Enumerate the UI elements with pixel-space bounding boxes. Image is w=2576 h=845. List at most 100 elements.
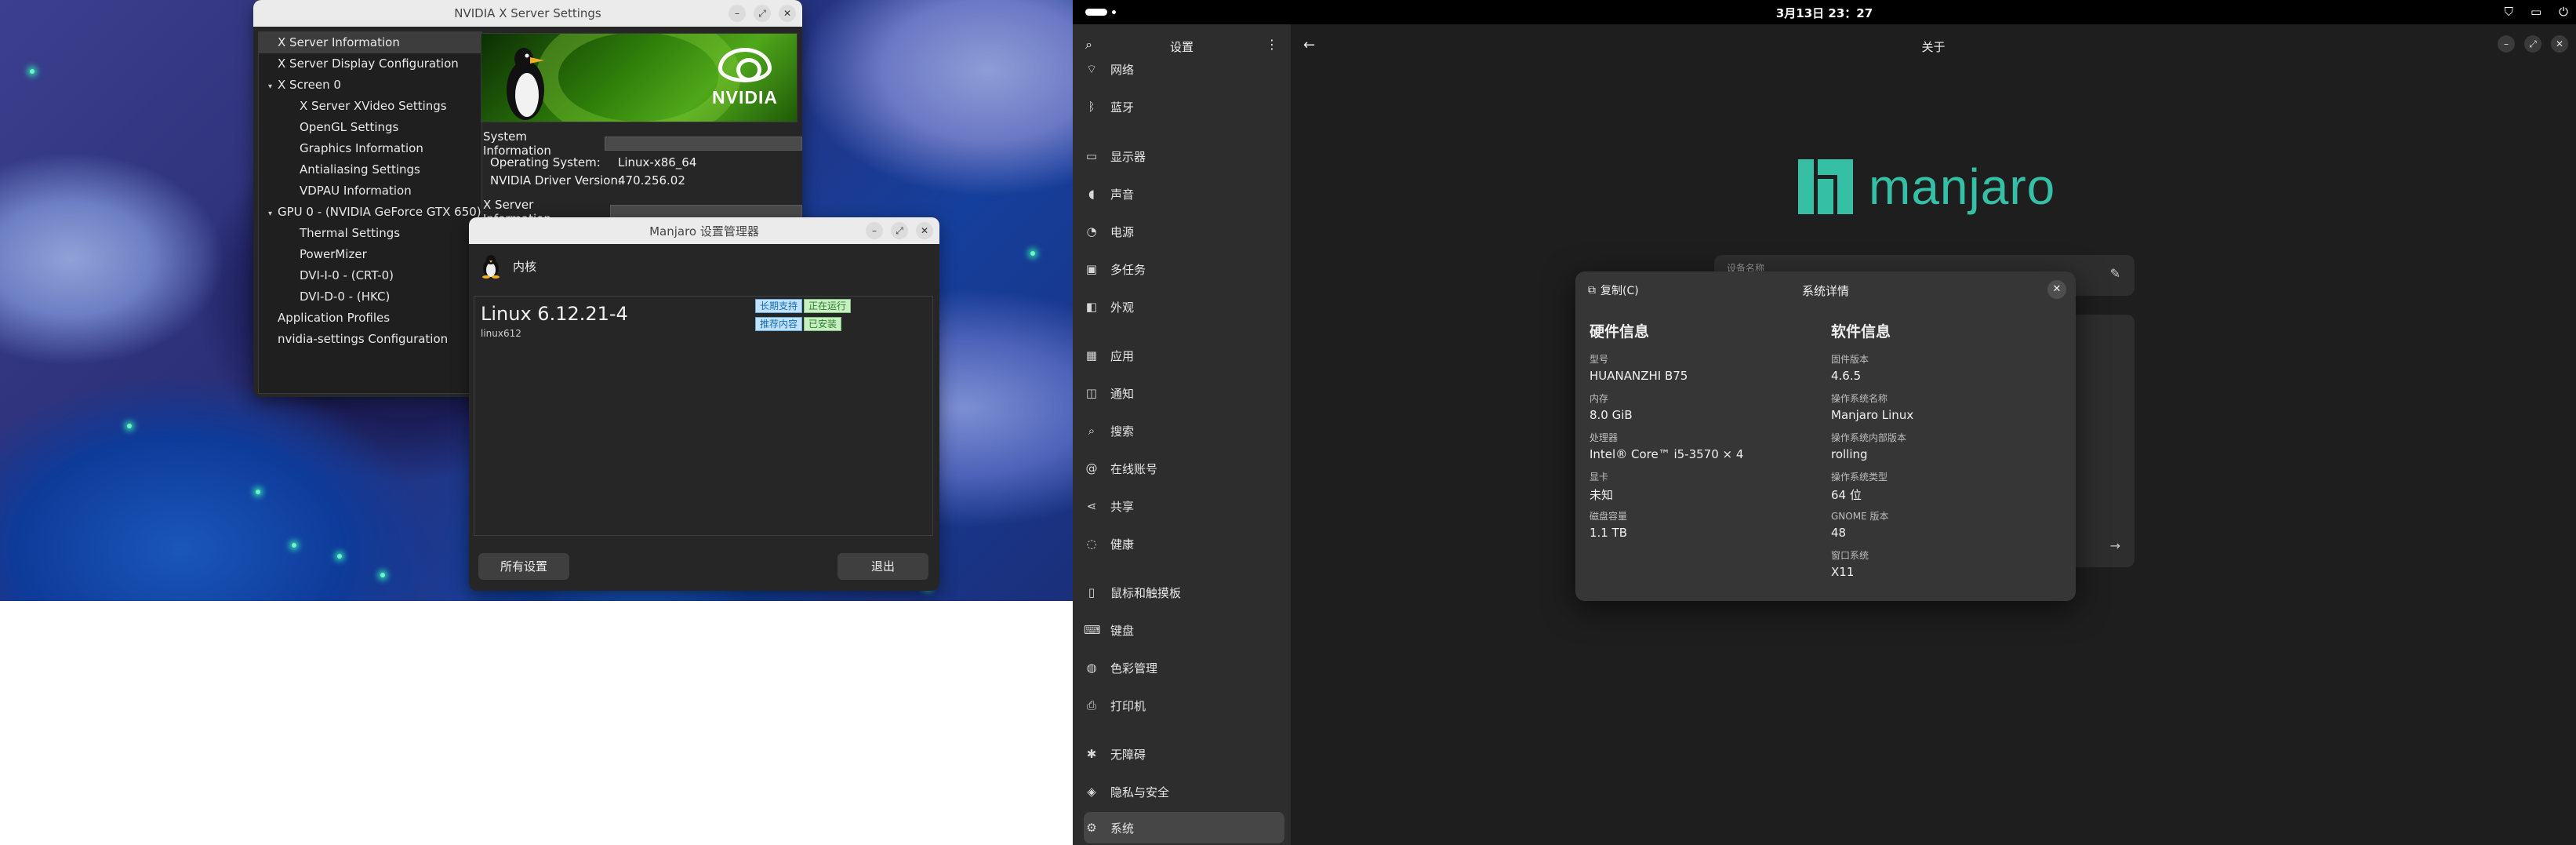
- nvidia-titlebar[interactable]: NVIDIA X Server Settings – ⤢ ✕: [253, 0, 802, 27]
- sidebar-item[interactable]: ⋖ 共享: [1084, 490, 1284, 522]
- nav-tree-item[interactable]: DVI-D-0 - (HKC): [259, 286, 481, 308]
- sidebar-item[interactable]: ▦ 应用: [1084, 340, 1284, 371]
- nav-tree-item[interactable]: Antialiasing Settings: [259, 159, 481, 180]
- wellbeing-icon: ◌: [1086, 537, 1097, 551]
- clock[interactable]: 3月13日 23：27: [1073, 5, 2576, 21]
- detail-row: 固件版本 4.6.5: [1831, 352, 2058, 392]
- sidebar-item[interactable]: ▣ 多任务: [1084, 253, 1284, 285]
- display-icon[interactable]: ▭: [2531, 5, 2541, 19]
- desktop-wallpaper: NVIDIA X Server Settings – ⤢ ✕ X Server …: [0, 0, 1073, 601]
- nav-tree-label: X Server XVideo Settings: [300, 99, 447, 113]
- nav-tree-item[interactable]: VDPAU Information: [259, 180, 481, 202]
- hardware-column: 硬件信息 型号 HUANANZHI B75 内存 8.0 GiB 处理器 Intel® C…: [1590, 320, 1817, 548]
- apps-icon: ▦: [1085, 348, 1098, 362]
- nav-tree-item[interactable]: ▾ X Screen 0: [259, 75, 481, 96]
- nav-tree-item[interactable]: OpenGL Settings: [259, 117, 481, 138]
- privacy-icon: ◈: [1087, 785, 1096, 799]
- nav-tree-item[interactable]: Thermal Settings: [259, 223, 481, 244]
- nav-tree-item[interactable]: ▾ GPU 0 - (NVIDIA GeForce GTX 650): [259, 202, 481, 223]
- maximize-button[interactable]: ⤢: [2524, 35, 2541, 53]
- system-details-dialog: ⧉ 复制(C) 系统详情 ✕ 硬件信息 型号 HUANANZHI B75 内存 8.0…: [1575, 271, 2076, 601]
- nav-tree-item[interactable]: Graphics Information: [259, 138, 481, 159]
- sidebar-item[interactable]: ◔ 电源: [1084, 216, 1284, 247]
- menu-icon[interactable]: ⋮: [1266, 37, 1278, 52]
- sidebar-item[interactable]: ⌔ 网络: [1084, 53, 1284, 85]
- sidebar-item[interactable]: ▯ 鼠标和触摸板: [1084, 577, 1284, 608]
- sidebar-item-label: 隐私与安全: [1110, 785, 1170, 799]
- nav-tree-item[interactable]: X Server Information: [259, 32, 481, 53]
- minimize-button[interactable]: –: [728, 5, 746, 22]
- notifications-icon: ◫: [1085, 386, 1098, 400]
- sidebar-item[interactable]: ◈ 隐私与安全: [1084, 776, 1284, 807]
- detail-row: 操作系统内部版本 rolling: [1831, 431, 2058, 470]
- sidebar-item[interactable]: ⚙ 系统: [1084, 812, 1284, 843]
- forward-arrow-icon[interactable]: →: [2110, 538, 2120, 553]
- power-menu-icon[interactable]: ⏻: [2559, 5, 2568, 19]
- detail-key: 处理器: [1590, 432, 1619, 443]
- nav-tree-item[interactable]: PowerMizer: [259, 244, 481, 265]
- color-icon: ◍: [1086, 661, 1097, 675]
- software-heading: 软件信息: [1831, 323, 1891, 341]
- close-button[interactable]: ✕: [2047, 280, 2066, 299]
- manjaro-wordmark: manjaro: [1869, 158, 2056, 215]
- appearance-icon: ◧: [1085, 300, 1098, 314]
- sidebar-item[interactable]: ◫ 通知: [1084, 377, 1284, 409]
- detail-value: rolling: [1831, 447, 1868, 461]
- accessibility-icon: ✱: [1086, 747, 1097, 761]
- nav-tree-item[interactable]: DVI-I-0 - (CRT-0): [259, 265, 481, 286]
- detail-value: Intel® Core™ i5-3570 × 4: [1590, 447, 1744, 461]
- nav-tree-item[interactable]: nvidia-settings Configuration: [259, 329, 481, 350]
- sidebar-item[interactable]: ✱ 无障碍: [1084, 738, 1284, 770]
- sidebar-item[interactable]: ⌕ 搜索: [1084, 415, 1284, 446]
- lts-badge: 长期支持: [755, 299, 803, 313]
- quit-button[interactable]: 退出: [837, 553, 928, 580]
- nav-tree-item[interactable]: X Server XVideo Settings: [259, 96, 481, 117]
- detail-value: 64 位: [1831, 488, 1862, 502]
- sidebar-item[interactable]: @ 在线账号: [1084, 453, 1284, 484]
- nav-tree-label: nvidia-settings Configuration: [278, 332, 449, 346]
- wallpaper-light: [30, 69, 35, 74]
- detail-row: 窗口系统 X11: [1831, 548, 2058, 588]
- tux-penguin-icon: [507, 48, 544, 120]
- nvidia-nav-tree: X Server Information X Server Display Con…: [258, 31, 482, 394]
- close-button[interactable]: ✕: [2551, 35, 2568, 53]
- minimize-button[interactable]: –: [2498, 35, 2515, 53]
- detail-row: 操作系统类型 64 位: [1831, 470, 2058, 509]
- expand-arrow-icon[interactable]: ▾: [268, 203, 278, 224]
- window-title: NVIDIA X Server Settings: [454, 6, 601, 20]
- minimize-button[interactable]: –: [866, 222, 883, 239]
- wallpaper-light: [127, 424, 132, 428]
- kernel-row[interactable]: Linux 6.12.21-4 linux612: [481, 303, 628, 339]
- all-settings-button[interactable]: 所有设置: [478, 553, 569, 580]
- sidebar-item[interactable]: ᛒ 蓝牙: [1084, 91, 1284, 122]
- close-button[interactable]: ✕: [779, 5, 796, 22]
- close-button[interactable]: ✕: [916, 222, 933, 239]
- os-value: Linux-x86_64: [618, 155, 697, 169]
- online-accounts-icon: @: [1085, 461, 1098, 475]
- sidebar-item[interactable]: ⌨ 键盘: [1084, 614, 1284, 646]
- sidebar-item[interactable]: ▭ 显示器: [1084, 140, 1284, 172]
- shield-icon[interactable]: ⛉: [2505, 5, 2513, 19]
- sidebar-item-label: 系统: [1110, 821, 1135, 836]
- sidebar-item[interactable]: ◖ 声音: [1084, 178, 1284, 209]
- nav-tree-label: Antialiasing Settings: [300, 162, 420, 177]
- nav-tree-label: VDPAU Information: [300, 184, 412, 198]
- sidebar-item[interactable]: ◌ 健康: [1084, 528, 1284, 559]
- sidebar-item[interactable]: ◍ 色彩管理: [1084, 652, 1284, 683]
- edit-icon[interactable]: ✎: [2110, 266, 2120, 281]
- manjaro-logo-mark: [1798, 159, 1853, 214]
- detail-value: 1.1 TB: [1590, 526, 1628, 540]
- manjaro-titlebar[interactable]: Manjaro 设置管理器 – ⤢ ✕: [469, 217, 939, 244]
- sidebar-item[interactable]: ◧ 外观: [1084, 291, 1284, 322]
- maximize-button[interactable]: ⤢: [754, 5, 771, 22]
- sidebar-item[interactable]: ⎙ 打印机: [1084, 690, 1284, 721]
- nav-tree-item[interactable]: X Server Display Configuration: [259, 53, 481, 75]
- nvidia-banner: NVIDIA: [481, 33, 798, 122]
- sidebar-item-label: 多任务: [1110, 262, 1146, 277]
- maximize-button[interactable]: ⤢: [891, 222, 908, 239]
- installed-badge: 已安装: [804, 317, 842, 331]
- bluetooth-icon: ᛒ: [1088, 100, 1095, 114]
- sidebar-item-label: 无障碍: [1110, 747, 1146, 762]
- nav-tree-item[interactable]: Application Profiles: [259, 308, 481, 329]
- expand-arrow-icon[interactable]: ▾: [268, 76, 278, 97]
